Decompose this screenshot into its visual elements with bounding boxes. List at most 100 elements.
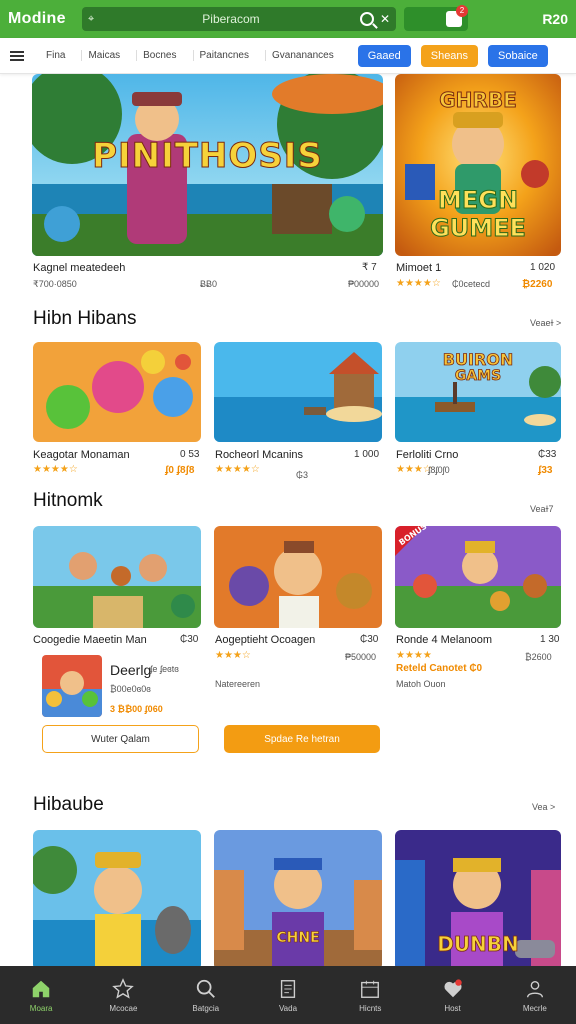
nav-bar: Fina Maicas Bocnes Paitancnes Gvananance…: [0, 38, 576, 74]
featured-1-num: ₹ 7: [362, 262, 377, 273]
row2-1-title[interactable]: Coogedie Maeetin Man: [33, 634, 147, 646]
row1-3-meta: ʄ8ʄ0ʃ0: [428, 465, 450, 475]
cart-count-badge: 2: [456, 5, 468, 17]
row3-card-1[interactable]: [33, 830, 201, 966]
detail-thumbnail[interactable]: [42, 655, 102, 717]
row2-2-meta2: Natereeren: [215, 679, 261, 689]
row2-card-2[interactable]: [214, 526, 382, 628]
cart-button[interactable]: 2: [404, 5, 468, 31]
row2-3-orange: Reteld Canotet ₵0: [396, 663, 483, 674]
bottom-nav-label-calendar: Hicnts: [359, 1003, 382, 1013]
row1-3-art-title-2: GAMS: [454, 368, 502, 385]
heart-notification-icon: [444, 978, 462, 997]
bottom-nav-home[interactable]: Moara: [0, 966, 82, 1024]
row1-2-title[interactable]: Rocheorl Mcanins: [215, 449, 303, 461]
row3-card-3[interactable]: DUNBN: [395, 830, 561, 966]
search-bar[interactable]: ⌖ Piberacom ✕: [82, 7, 396, 31]
nav-tab-3[interactable]: Bocnes: [136, 50, 182, 61]
star-icon: [112, 977, 135, 999]
row2-2-title[interactable]: Aogeptieht Ocoagen: [215, 634, 315, 646]
bottom-nav-label-notifications: Host: [444, 1003, 461, 1013]
nav-tab-4[interactable]: Paitancnes: [192, 50, 255, 61]
home-icon: [32, 980, 50, 997]
bottom-nav-label-favorites: Mcocae: [109, 1003, 138, 1013]
row2-3-title[interactable]: Ronde 4 Melanoom: [396, 634, 492, 646]
search-input[interactable]: Piberacom: [102, 12, 360, 26]
row1-3-stars: ★★★☆: [396, 464, 432, 475]
featured-2-art-title-1: GHRBE: [439, 88, 517, 113]
nav-tab-1[interactable]: Fina: [40, 50, 71, 61]
featured-2-title[interactable]: Mimoet 1: [396, 262, 441, 274]
bottom-nav-favorites[interactable]: Mcocae: [82, 966, 164, 1024]
search-icon[interactable]: [359, 12, 374, 26]
featured-1-meta2: ɃɃ0: [200, 279, 218, 289]
section-3-title: Hibaube: [33, 794, 104, 815]
row2-card-1[interactable]: [33, 526, 201, 628]
featured-2-orange: ₿2260: [522, 279, 553, 290]
primary-action-button[interactable]: Spdae Re hetran: [224, 725, 380, 753]
featured-1-meta-right: ₱00000: [348, 279, 380, 289]
row1-1-orange: ʄ0 ʄ8ʃ8: [165, 465, 195, 476]
bottom-nav-label-list: Vada: [278, 1003, 298, 1013]
row2-3-meta2: Matoh Ouon: [396, 679, 446, 689]
location-icon: ⌖: [88, 12, 95, 25]
bottom-nav-list[interactable]: Vada: [247, 966, 329, 1024]
bottom-nav-label-profile: Mecrle: [522, 1003, 547, 1013]
row2-3-meta: ₿2600: [525, 652, 552, 662]
bottom-nav-search[interactable]: Batgcia: [165, 966, 247, 1024]
bottom-nav-notifications[interactable]: Host: [411, 966, 493, 1024]
row1-card-1[interactable]: [33, 342, 201, 442]
row2-2-num: ₵30: [360, 634, 379, 645]
featured-2-art-title-3: GUMEE: [430, 214, 527, 243]
row2-card-3[interactable]: BONUS: [395, 526, 561, 628]
search-icon: [196, 979, 215, 998]
bottom-nav-profile[interactable]: Mecrle: [494, 966, 576, 1024]
content-area: PINITHOSIS GHRBE MEGN GUMEE Kagnel meate…: [0, 74, 576, 966]
nav-pill-2[interactable]: Sheans: [420, 44, 479, 67]
hamburger-menu-icon[interactable]: [10, 50, 24, 61]
section-1-see-all[interactable]: Veaeɫ >: [530, 318, 561, 328]
section-2-title: Hitnomk: [33, 490, 103, 511]
section-3-see-all[interactable]: Vea >: [532, 802, 555, 812]
row2-art-3: [395, 526, 561, 628]
brand-logo[interactable]: Modine: [8, 10, 74, 28]
row1-1-stars: ★★★★☆: [33, 464, 78, 475]
featured-2-meta: ₵0cetecd: [452, 279, 491, 289]
row1-1-num: 0 53: [180, 449, 200, 460]
calendar-icon: [361, 980, 380, 998]
row2-art-2: [214, 526, 382, 628]
document-icon: [280, 979, 296, 998]
section-2-see-all[interactable]: Veaɫ7: [530, 504, 553, 514]
bottom-nav: Moara Mcocae Batgcia Vada Hicnts Host Me…: [0, 966, 576, 1024]
featured-2-num: 1 020: [530, 262, 556, 273]
row3-art-1: [33, 830, 201, 966]
row1-card-2[interactable]: [214, 342, 382, 442]
row1-3-title[interactable]: Ferloliti Crno: [396, 449, 458, 461]
bottom-nav-calendar[interactable]: Hicnts: [329, 966, 411, 1024]
row1-3-num: ₵33: [538, 449, 557, 460]
nav-tab-2[interactable]: Maicas: [81, 50, 126, 61]
row2-art-1: [33, 526, 201, 628]
nav-pill-3[interactable]: Sobaice: [488, 44, 548, 67]
outline-action-button[interactable]: Wuter Qalam: [42, 725, 199, 753]
featured-card-2[interactable]: GHRBE MEGN GUMEE: [395, 74, 561, 256]
balance-value[interactable]: R20: [542, 11, 568, 27]
featured-card-1[interactable]: PINITHOSIS: [32, 74, 383, 256]
detail-thumbnail-art: [42, 655, 102, 717]
row1-art-2: [214, 342, 382, 442]
row1-1-title[interactable]: Keagotar Monaman: [33, 449, 130, 461]
row3-card-2[interactable]: CHNE: [214, 830, 382, 966]
row2-3-stars: ★★★★: [396, 650, 432, 661]
row1-card-3[interactable]: BUIRON GAMS: [395, 342, 561, 442]
featured-1-meta: ₹700·0850: [33, 279, 77, 289]
detail-line1: ʄe ʄeɞtɞ: [150, 664, 179, 674]
nav-pill-1[interactable]: Gaaed: [357, 44, 411, 67]
nav-tab-5[interactable]: Gvananances: [264, 50, 340, 61]
featured-1-title[interactable]: Kagnel meatedeeh: [33, 262, 125, 274]
row1-2-stars: ★★★★☆: [215, 464, 260, 475]
close-icon[interactable]: ✕: [380, 12, 390, 26]
row3-3-art-title: DUNBN: [437, 932, 519, 957]
row1-2-meta: ₲3: [296, 470, 309, 480]
featured-2-stars: ★★★★☆: [396, 278, 441, 289]
row2-3-num: 1 30: [540, 634, 560, 645]
